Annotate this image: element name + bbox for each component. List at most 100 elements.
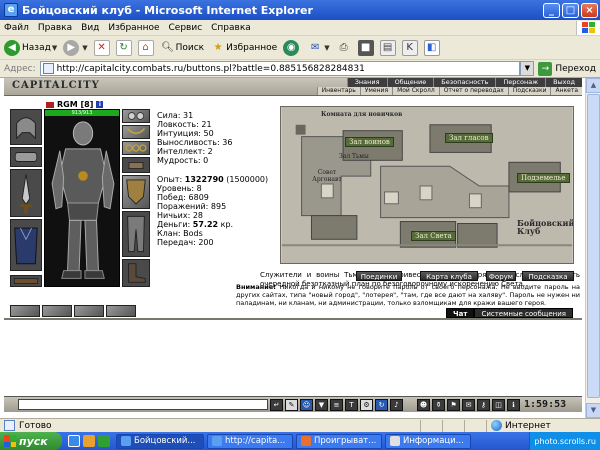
scroll-icon[interactable]: ≡ xyxy=(330,398,343,411)
scroll-thumb[interactable] xyxy=(587,94,600,398)
boots-slot[interactable] xyxy=(122,259,150,287)
stop-button[interactable]: ✕ xyxy=(93,39,110,56)
map-room-dungeon[interactable]: Подземелье xyxy=(517,173,570,183)
chat-input[interactable] xyxy=(18,399,268,410)
map-room-hall[interactable]: Зал гласов xyxy=(445,133,493,143)
mail-button[interactable]: ✉ ▼ xyxy=(307,40,330,56)
character-name[interactable]: RGM xyxy=(57,100,78,109)
refresh-chat-icon[interactable]: ↻ xyxy=(375,398,388,411)
earring-slot[interactable] xyxy=(122,109,150,123)
helmet-slot[interactable] xyxy=(10,109,42,145)
discuss-button[interactable]: ▤ xyxy=(379,39,396,56)
media-button[interactable]: ◉ xyxy=(283,39,301,56)
map-room-warriors[interactable]: Зал воинов xyxy=(345,137,394,147)
smile-icon[interactable]: ☺ xyxy=(300,398,313,411)
quick-slot-1[interactable] xyxy=(10,305,40,317)
menu-favorites[interactable]: Избранное xyxy=(108,23,159,33)
go-button[interactable]: → Переход xyxy=(538,61,596,76)
media-quick-icon[interactable] xyxy=(83,435,95,447)
back-button[interactable]: ◀ Назад ▼ xyxy=(4,39,57,56)
send-arrow-icon[interactable]: ↵ xyxy=(270,398,283,411)
quick-slot-4[interactable] xyxy=(106,305,136,317)
favorites-button[interactable]: ★ Избранное xyxy=(210,40,278,56)
nav-security[interactable]: Безопасность xyxy=(433,78,496,87)
map-icon[interactable]: ◫ xyxy=(492,398,505,411)
quick-slot-3[interactable] xyxy=(74,305,104,317)
nav-character[interactable]: Персонаж xyxy=(495,78,546,87)
close-button[interactable]: × xyxy=(581,2,598,18)
nav-hints[interactable]: Подсказки xyxy=(507,87,551,95)
menu-file[interactable]: Файл xyxy=(4,23,29,33)
desktop-quick-icon[interactable] xyxy=(98,435,110,447)
minimize-button[interactable]: _ xyxy=(543,2,560,18)
forward-arrow-icon: ▶ xyxy=(63,39,80,56)
status-text: Готово xyxy=(19,420,52,431)
scroll-up-button[interactable]: ▲ xyxy=(586,78,600,93)
bottle-icon[interactable]: ⚱ xyxy=(432,398,445,411)
ring-slots[interactable] xyxy=(122,141,150,155)
user-icon[interactable]: ☻ xyxy=(417,398,430,411)
tab-system-messages[interactable]: Системные сообщения xyxy=(474,308,573,318)
info-icon[interactable]: ℹ xyxy=(507,398,520,411)
menu-edit[interactable]: Правка xyxy=(38,23,72,33)
home-button[interactable]: ⌂ xyxy=(137,39,154,56)
map-room-darkness[interactable]: Зал Тьмы xyxy=(339,153,369,160)
address-dropdown-button[interactable]: ▼ xyxy=(520,61,535,76)
start-button[interactable]: пуск xyxy=(0,432,62,450)
menu-view[interactable]: Вид xyxy=(81,23,99,33)
nav-profile[interactable]: Анкета xyxy=(550,87,582,95)
refresh-button[interactable]: ↻ xyxy=(115,39,132,56)
mail-icon[interactable]: ✉ xyxy=(462,398,475,411)
amulet-slot[interactable] xyxy=(122,125,150,139)
quick-slot-2[interactable] xyxy=(42,305,72,317)
nav-my-scroll[interactable]: Мой Скролл xyxy=(392,87,439,95)
research-button[interactable]: ◧ xyxy=(423,39,440,56)
maximize-button[interactable]: □ xyxy=(562,2,579,18)
translit-icon[interactable]: T xyxy=(345,398,358,411)
forward-button[interactable]: ▶ ▼ xyxy=(63,39,88,56)
menu-help[interactable]: Справка xyxy=(211,23,251,33)
filter-icon[interactable]: ▼ xyxy=(315,398,328,411)
gloves-slot[interactable] xyxy=(122,157,150,173)
task-fight-club[interactable]: Бойцовский... xyxy=(116,433,204,449)
shield-slot[interactable] xyxy=(122,175,150,209)
address-input[interactable]: http://capitalcity.combats.ru/buttons.pl… xyxy=(39,61,521,76)
task-info[interactable]: Информаци... xyxy=(385,433,471,449)
map-room-council[interactable]: Совет Аргонавт xyxy=(307,169,347,183)
hint-button[interactable]: Подсказка xyxy=(522,271,574,281)
nav-communication[interactable]: Общение xyxy=(386,78,434,87)
duels-button[interactable]: Поединки xyxy=(356,271,402,281)
club-map-button[interactable]: Карта клуба xyxy=(420,271,478,281)
nav-inventory[interactable]: Инвентарь xyxy=(316,87,360,95)
messenger-button[interactable]: K xyxy=(401,39,418,56)
sound-icon[interactable]: ♪ xyxy=(390,398,403,411)
map-room-novices[interactable]: Комната для новичков xyxy=(321,111,402,119)
nav-knowledge[interactable]: Знания xyxy=(346,78,387,87)
weapon-slot[interactable] xyxy=(10,169,42,217)
menu-tools[interactable]: Сервис xyxy=(169,23,203,33)
leggings-slot[interactable] xyxy=(122,211,150,257)
clan-icon[interactable]: ⚑ xyxy=(447,398,460,411)
task-capitalcity[interactable]: http://capita... xyxy=(207,433,293,449)
task-player[interactable]: Проигрыват... xyxy=(296,433,382,449)
nav-skills[interactable]: Умения xyxy=(359,87,393,95)
armor-slot[interactable] xyxy=(10,219,42,271)
belt-slot[interactable] xyxy=(10,275,42,287)
tab-chat[interactable]: Чат xyxy=(446,308,475,318)
ie-quick-icon[interactable] xyxy=(68,435,80,447)
scroll-down-button[interactable]: ▼ xyxy=(586,403,600,418)
key-icon[interactable]: ⚷ xyxy=(477,398,490,411)
clear-icon[interactable]: ✎ xyxy=(285,398,298,411)
page-scrollbar[interactable]: ▲ ▼ xyxy=(585,78,600,418)
bracers-slot[interactable] xyxy=(10,147,42,167)
info-icon[interactable]: i xyxy=(96,101,104,108)
forum-button[interactable]: Форум xyxy=(486,271,516,281)
nav-exit[interactable]: Выход xyxy=(545,78,582,87)
settings-icon[interactable]: ⚙ xyxy=(360,398,373,411)
edit-button[interactable]: ■ xyxy=(357,39,374,56)
map-room-light[interactable]: Зал Света xyxy=(411,231,456,241)
search-button[interactable]: 🔍︎ Поиск xyxy=(160,40,204,56)
nav-transfer-report[interactable]: Отчет о переводах xyxy=(438,87,508,95)
ie-icon xyxy=(212,436,222,446)
print-button[interactable]: ⎙ xyxy=(336,40,352,56)
